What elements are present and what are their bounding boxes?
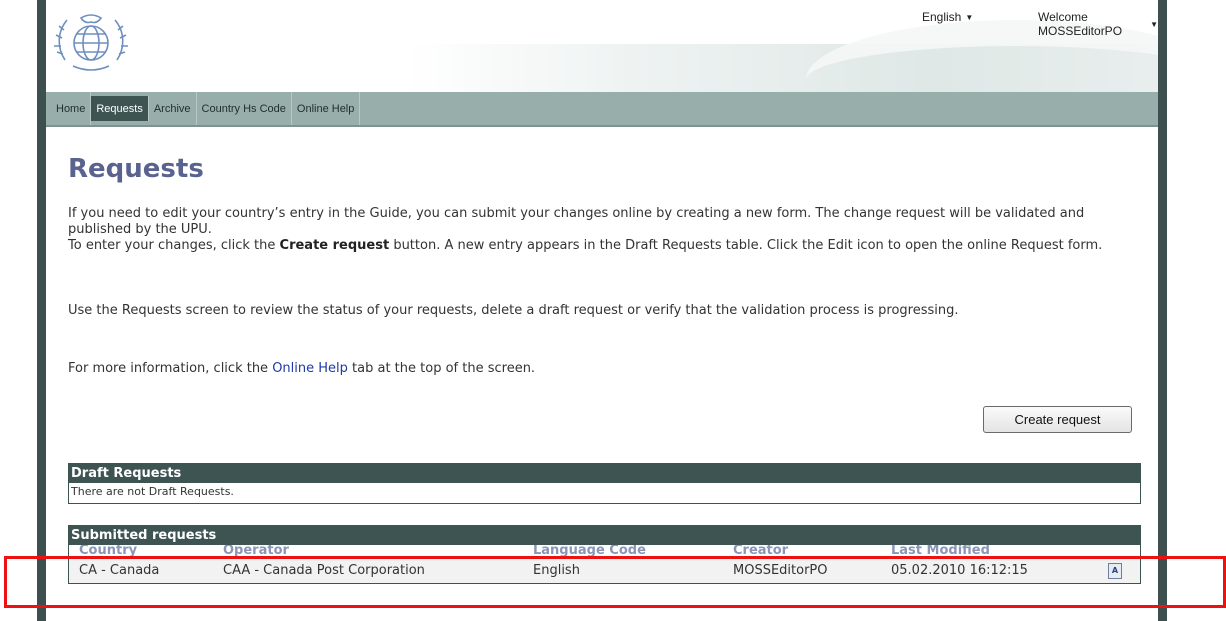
header: English ▼ Welcome MOSSEditorPO ▼ (46, 0, 1158, 92)
draft-requests-title: Draft Requests (69, 464, 1140, 483)
main-content: Requests If you need to edit your countr… (46, 128, 1158, 621)
nav-archive[interactable]: Archive (149, 92, 197, 125)
intro-paragraph: If you need to edit your country’s entry… (68, 206, 1128, 254)
language-label: English (922, 10, 962, 24)
submitted-requests-title: Submitted requests (69, 526, 1140, 545)
row-highlight-box (4, 556, 1226, 608)
nav-requests[interactable]: Requests (91, 96, 149, 121)
frame-left-border (37, 0, 46, 621)
online-help-link[interactable]: Online Help (272, 361, 348, 376)
intro-text-2-end: button. A new entry appears in the Draft… (389, 238, 1103, 253)
page-title: Requests (68, 154, 204, 184)
draft-requests-panel: Draft Requests There are not Draft Reque… (68, 463, 1141, 504)
intro-text-2-bold: Create request (279, 238, 390, 253)
main-navigation: Home Requests Archive Country Hs Code On… (46, 92, 1158, 127)
user-menu[interactable]: Welcome MOSSEditorPO ▼ (1038, 10, 1158, 38)
intro-text-1: If you need to edit your country’s entry… (68, 206, 1085, 237)
language-selector[interactable]: English ▼ (922, 10, 973, 24)
welcome-label: Welcome MOSSEditorPO (1038, 10, 1123, 38)
create-request-button[interactable]: Create request (983, 406, 1132, 433)
intro-text-2-start: To enter your changes, click the (68, 238, 280, 253)
help-text-end: tab at the top of the screen. (347, 361, 536, 376)
upu-logo (54, 14, 128, 71)
help-paragraph: For more information, click the Online H… (68, 361, 1128, 377)
draft-requests-empty: There are not Draft Requests. (71, 485, 234, 498)
chevron-down-icon: ▼ (965, 12, 974, 22)
chevron-down-icon: ▼ (1150, 19, 1158, 29)
nav-online-help[interactable]: Online Help (292, 92, 361, 125)
frame-right-border (1158, 0, 1167, 621)
help-text-start: For more information, click the (68, 361, 273, 376)
status-paragraph: Use the Requests screen to review the st… (68, 303, 959, 318)
intro-text-2: To enter your changes, click the Create … (68, 238, 1128, 254)
nav-country-hs-code[interactable]: Country Hs Code (197, 92, 292, 125)
nav-home[interactable]: Home (51, 92, 92, 125)
